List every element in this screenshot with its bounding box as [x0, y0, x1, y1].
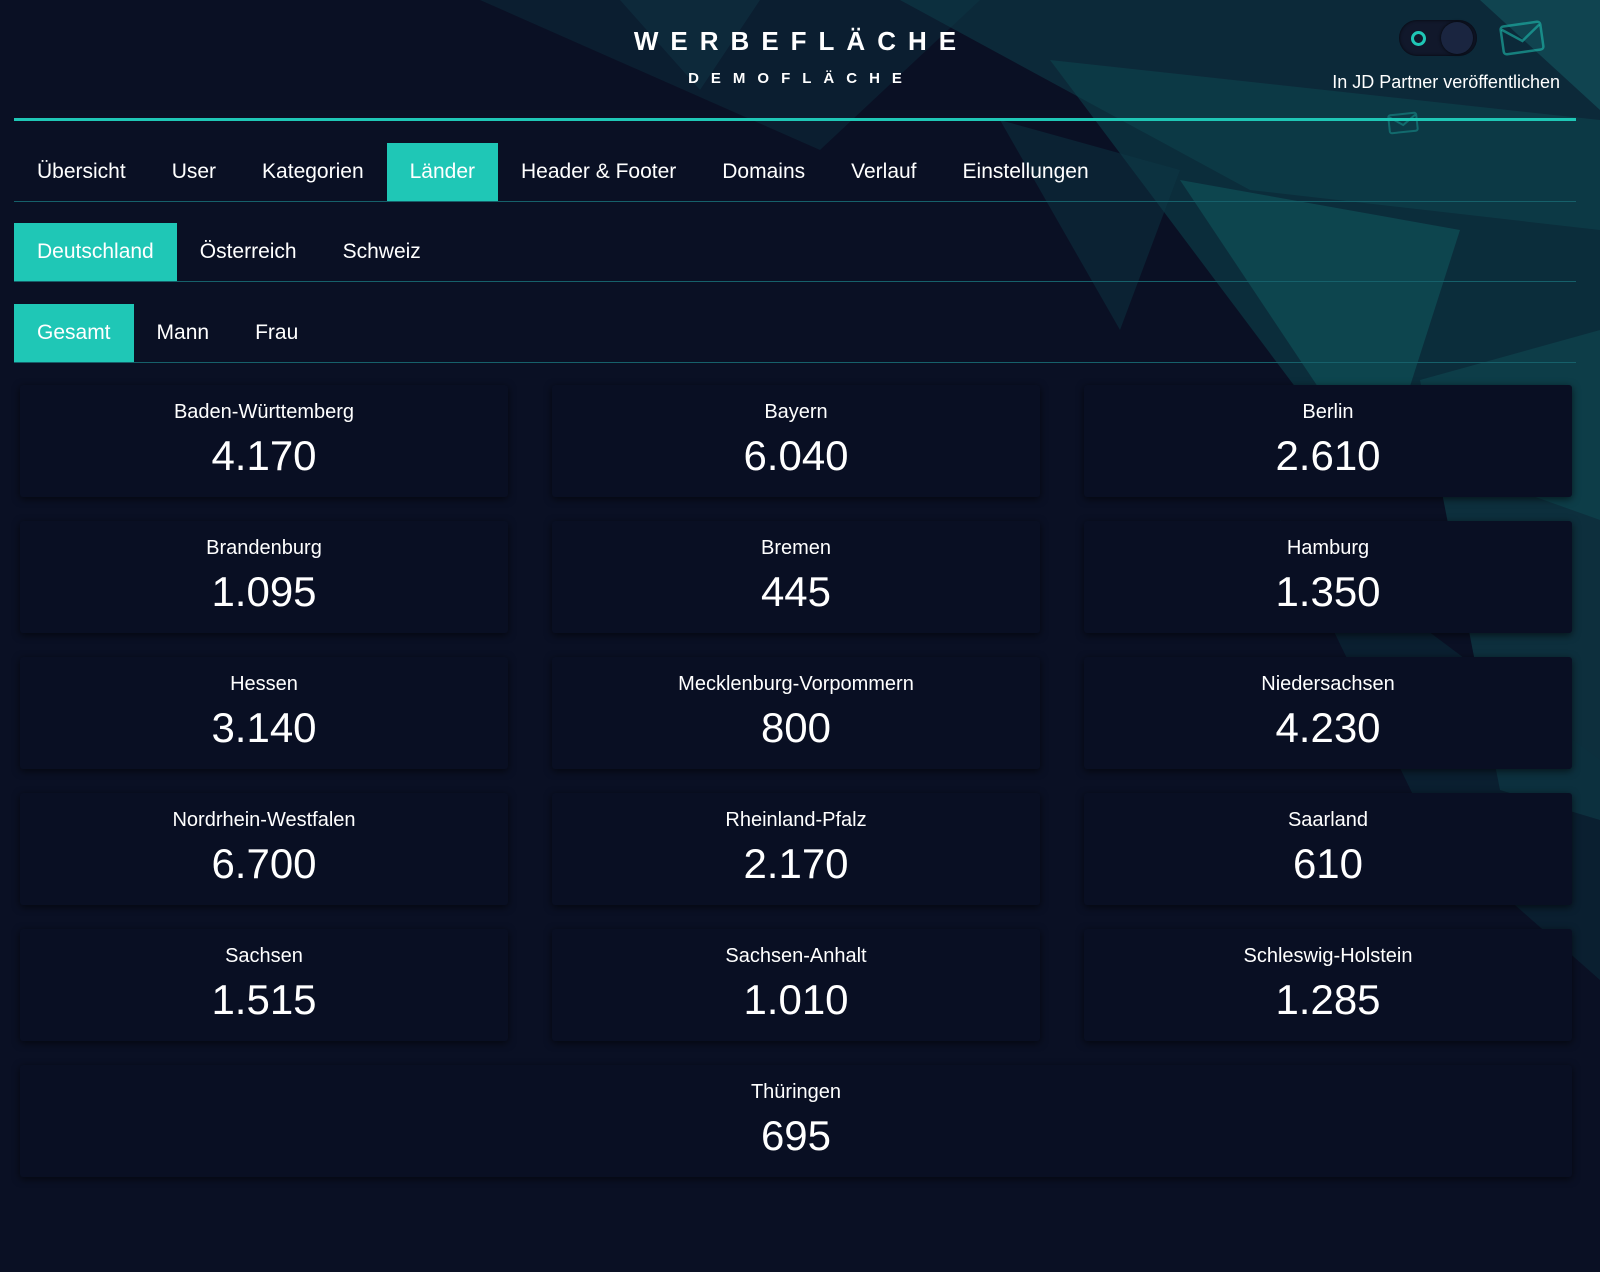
state-value: 4.230: [1275, 704, 1381, 751]
state-value: 695: [760, 1112, 832, 1159]
tab-kategorien[interactable]: Kategorien: [239, 143, 387, 201]
state-card: Brandenburg 1.095: [20, 521, 508, 633]
state-card: Rheinland-Pfalz 2.170: [552, 793, 1040, 905]
page-title: WERBEFLÄCHE: [633, 26, 969, 56]
state-value: 2.170: [743, 840, 849, 887]
mail-icon-small: [1387, 111, 1419, 135]
state-name: Mecklenburg-Vorpommern: [678, 673, 914, 695]
state-card: Schleswig-Holstein 1.285: [1084, 929, 1572, 1041]
state-name: Rheinland-Pfalz: [725, 809, 867, 831]
state-card: Thüringen 695: [20, 1065, 1572, 1177]
state-name: Brandenburg: [206, 537, 322, 559]
tab-mann[interactable]: Mann: [134, 304, 233, 362]
publish-label: In JD Partner veröffentlichen: [1332, 72, 1560, 92]
tab-laender[interactable]: Länder: [386, 143, 499, 201]
state-card: Niedersachsen 4.230: [1084, 657, 1572, 769]
tab-gesamt[interactable]: Gesamt: [14, 304, 134, 362]
state-name: Hamburg: [1286, 537, 1370, 559]
tab-deutschland[interactable]: Deutschland: [14, 223, 177, 281]
tab-header-footer[interactable]: Header & Footer: [498, 143, 699, 201]
state-value: 2.610: [1275, 432, 1381, 479]
toggle-knob: [1441, 22, 1473, 54]
publish-toggle[interactable]: [1399, 20, 1477, 56]
state-card: Bremen 445: [552, 521, 1040, 633]
state-cards: Baden-Württemberg 4.170 Bayern 6.040 Ber…: [20, 385, 1572, 1177]
gender-tabs: Gesamt Mann Frau: [14, 304, 1576, 363]
state-name: Niedersachsen: [1261, 673, 1395, 695]
state-card: Hamburg 1.350: [1084, 521, 1572, 633]
state-name: Bremen: [760, 537, 832, 559]
state-value: 1.515: [211, 976, 317, 1023]
state-card: Hessen 3.140: [20, 657, 508, 769]
toggle-on-indicator: [1411, 31, 1426, 46]
header: WERBEFLÄCHE DEMOFLÄCHE In JD Partner ver…: [14, 0, 1576, 135]
state-value: 1.095: [211, 568, 317, 615]
state-name: Sachsen: [225, 945, 303, 967]
country-tabs: Deutschland Österreich Schweiz: [14, 223, 1576, 282]
state-name: Baden-Württemberg: [173, 401, 355, 423]
tab-einstellungen[interactable]: Einstellungen: [940, 143, 1112, 201]
state-card: Mecklenburg-Vorpommern 800: [552, 657, 1040, 769]
state-name: Bayern: [764, 401, 828, 423]
state-card: Sachsen 1.515: [20, 929, 508, 1041]
state-card: Nordrhein-Westfalen 6.700: [20, 793, 508, 905]
tab-schweiz[interactable]: Schweiz: [320, 223, 444, 281]
state-value: 3.140: [211, 704, 317, 751]
state-card: Baden-Württemberg 4.170: [20, 385, 508, 497]
tab-verlauf[interactable]: Verlauf: [828, 143, 939, 201]
state-value: 1.285: [1275, 976, 1381, 1023]
app-page: WERBEFLÄCHE DEMOFLÄCHE In JD Partner ver…: [0, 0, 1600, 1272]
state-name: Hessen: [230, 673, 298, 695]
state-value: 445: [760, 568, 832, 615]
state-card: Berlin 2.610: [1084, 385, 1572, 497]
mail-icon: [1499, 20, 1545, 56]
state-name: Nordrhein-Westfalen: [172, 809, 356, 831]
state-name: Sachsen-Anhalt: [725, 945, 867, 967]
main-tabs: Übersicht User Kategorien Länder Header …: [14, 143, 1576, 202]
state-value: 6.040: [743, 432, 849, 479]
state-value: 6.700: [211, 840, 317, 887]
state-name: Thüringen: [750, 1081, 842, 1103]
tab-user[interactable]: User: [149, 143, 239, 201]
state-value: 4.170: [211, 432, 317, 479]
state-card: Saarland 610: [1084, 793, 1572, 905]
state-value: 800: [760, 704, 832, 751]
tab-domains[interactable]: Domains: [699, 143, 828, 201]
state-name: Saarland: [1287, 809, 1369, 831]
state-card: Sachsen-Anhalt 1.010: [552, 929, 1040, 1041]
state-value: 610: [1292, 840, 1364, 887]
state-value: 1.010: [743, 976, 849, 1023]
state-name: Berlin: [1302, 401, 1354, 423]
tab-oesterreich[interactable]: Österreich: [177, 223, 320, 281]
state-name: Schleswig-Holstein: [1243, 945, 1413, 967]
state-value: 1.350: [1275, 568, 1381, 615]
state-card: Bayern 6.040: [552, 385, 1040, 497]
tab-frau[interactable]: Frau: [232, 304, 321, 362]
tab-uebersicht[interactable]: Übersicht: [14, 143, 149, 201]
